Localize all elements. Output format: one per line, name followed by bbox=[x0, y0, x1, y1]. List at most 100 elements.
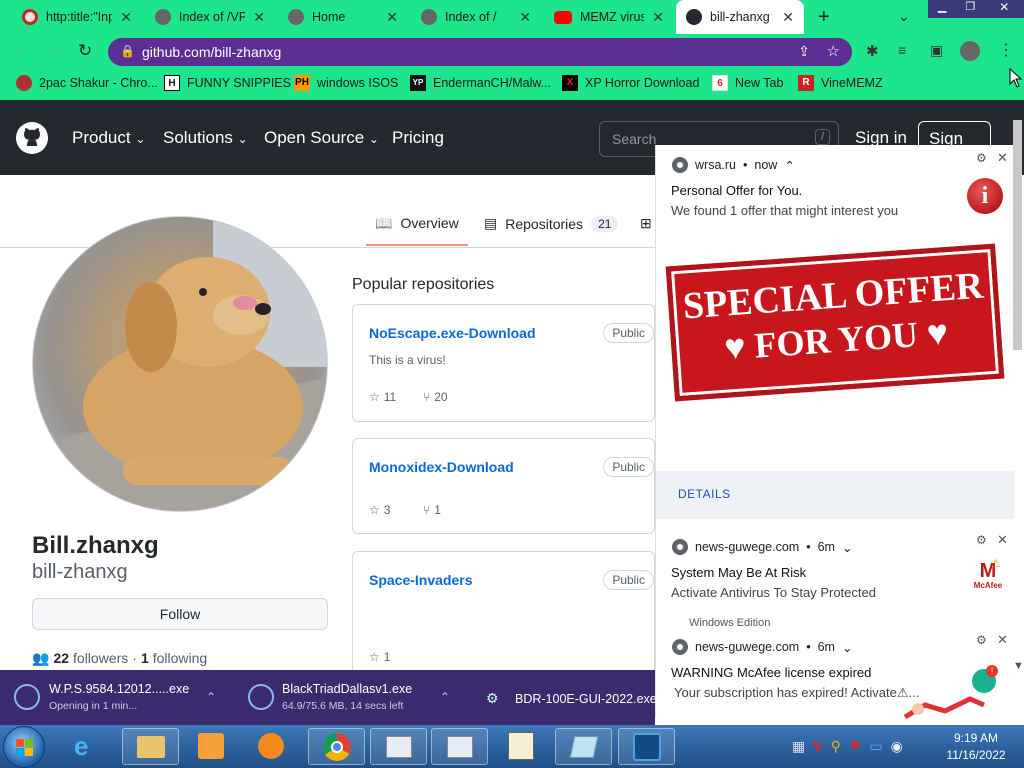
address-bar[interactable]: 🔒 github.com/bill-zhanxg ⇪ ☆ bbox=[108, 38, 852, 66]
chevron-up-icon[interactable]: ⌃ bbox=[784, 158, 794, 173]
window-taskbar-button[interactable] bbox=[370, 728, 427, 765]
browser-tab[interactable]: Index of /VPI ✕ bbox=[145, 0, 275, 34]
bookmark-item[interactable]: PH windows ISOS bbox=[294, 75, 398, 91]
follow-button[interactable]: Follow bbox=[32, 598, 328, 630]
close-notification-icon[interactable]: ✕ bbox=[997, 150, 1008, 166]
settings-gear-icon[interactable]: ⚙ bbox=[976, 533, 987, 547]
close-tab-icon[interactable]: ✕ bbox=[519, 9, 531, 26]
stars-link[interactable]: ☆ 3 bbox=[369, 503, 390, 517]
side-panel-icon[interactable]: ▣ bbox=[930, 42, 943, 59]
notification-risk[interactable]: news-guwege.com • 6m ⌄ ⚙ ✕ System May Be… bbox=[655, 519, 1013, 629]
separator: · bbox=[132, 650, 137, 666]
close-notification-icon[interactable]: ✕ bbox=[997, 632, 1008, 648]
forks-link[interactable]: ⑂ 20 bbox=[423, 390, 448, 404]
minimize-button[interactable]: ▁ bbox=[928, 0, 957, 18]
following-count[interactable]: 1 bbox=[141, 650, 149, 667]
bookmark-item[interactable]: X XP Horror Download bbox=[562, 75, 699, 91]
bookmark-item[interactable]: H FUNNY SNIPPIES bbox=[164, 75, 291, 91]
scrollbar-thumb[interactable] bbox=[1013, 120, 1022, 350]
share-icon[interactable]: ⇪ bbox=[798, 43, 810, 60]
settings-gear-icon[interactable]: ⚙ bbox=[976, 151, 987, 165]
bookmarks-bar: 2pac Shakur - Chro... H FUNNY SNIPPIES PH… bbox=[0, 70, 1024, 100]
projects-icon[interactable]: ⊞ bbox=[640, 215, 652, 232]
close-tab-icon[interactable]: ✕ bbox=[652, 9, 664, 26]
close-notification-icon[interactable]: ✕ bbox=[997, 532, 1008, 548]
close-window-button[interactable]: ✕ bbox=[984, 0, 1024, 18]
forks-link[interactable]: ⑂ 1 bbox=[423, 503, 441, 517]
nav-open-source[interactable]: Open Source ⌄ bbox=[264, 128, 379, 148]
tray-v-icon[interactable]: V bbox=[813, 738, 822, 755]
tray-display-icon[interactable]: ▭ bbox=[869, 738, 882, 755]
tab-repositories[interactable]: ▤ Repositories 21 bbox=[484, 215, 619, 232]
separator: • bbox=[742, 158, 748, 172]
browser-tab[interactable]: Home ✕ bbox=[278, 0, 408, 34]
clock[interactable]: 9:19 AM 11/16/2022 bbox=[940, 731, 1012, 762]
browser-tab[interactable]: Index of / ✕ bbox=[411, 0, 541, 34]
notepad-taskbar-button[interactable] bbox=[555, 728, 612, 765]
followers-count[interactable]: 22 bbox=[53, 650, 69, 667]
following-label[interactable]: following bbox=[153, 650, 207, 667]
menu-kebab-icon[interactable]: ⋮ bbox=[998, 40, 1014, 60]
notification-actions: DETAILS bbox=[656, 471, 1014, 519]
notification-offer[interactable]: wrsa.ru • now ⌃ ⚙ ✕ Personal Offer for Y… bbox=[655, 145, 1014, 519]
stars-link[interactable]: ☆ 1 bbox=[369, 650, 390, 664]
tab-search-chevron-icon[interactable]: ⌄ bbox=[898, 8, 910, 25]
tray-search-icon[interactable]: ⚲ bbox=[831, 738, 841, 755]
repo-name-link[interactable]: NoEscape.exe-Download bbox=[369, 325, 536, 341]
bookmark-star-icon[interactable]: ☆ bbox=[827, 42, 840, 60]
tray-volume-icon[interactable]: ◉ bbox=[891, 738, 903, 755]
nav-solutions[interactable]: Solutions ⌄ bbox=[163, 128, 248, 148]
download-item[interactable]: W.P.S.9584.12012.....exe Opening in 1 mi… bbox=[49, 682, 189, 712]
bookmark-item[interactable]: R VineMEMZ bbox=[798, 75, 883, 91]
settings-gear-icon[interactable]: ⚙ bbox=[976, 633, 987, 647]
window-controls: ▁ ❐ ✕ bbox=[928, 0, 1024, 18]
details-button[interactable]: DETAILS bbox=[678, 487, 731, 501]
reload-icon[interactable]: ↻ bbox=[78, 41, 92, 61]
scroll-down-icon[interactable]: ▼ bbox=[1013, 660, 1024, 672]
tab-overview[interactable]: 📖 Overview bbox=[375, 215, 459, 232]
tray-flag-icon[interactable]: ⚑ bbox=[849, 738, 862, 755]
repo-name-link[interactable]: Space-Invaders bbox=[369, 572, 473, 588]
extensions-icon[interactable]: ✱ bbox=[866, 42, 879, 60]
browser-tab[interactable]: MEMZ virus ✕ bbox=[544, 0, 674, 34]
chevron-up-icon[interactable]: ⌃ bbox=[440, 690, 450, 704]
uc-browser-icon[interactable] bbox=[258, 733, 284, 759]
chrome-taskbar-button[interactable] bbox=[308, 728, 365, 765]
close-tab-icon[interactable]: ✕ bbox=[253, 9, 265, 26]
bookmark-item[interactable]: YP EndermanCH/Malw... bbox=[410, 75, 551, 91]
followers-label[interactable]: followers bbox=[73, 650, 128, 667]
github-logo-icon[interactable] bbox=[16, 122, 48, 154]
close-tab-icon[interactable]: ✕ bbox=[386, 9, 398, 26]
browser-tab[interactable]: http:title:"Inp ✕ bbox=[12, 0, 142, 34]
back-icon[interactable]: ← bbox=[14, 42, 30, 60]
close-tab-icon[interactable]: ✕ bbox=[120, 9, 132, 26]
download-item[interactable]: BlackTriadDallasv1.exe 64.9/75.6 MB, 14 … bbox=[282, 682, 412, 712]
nav-pricing[interactable]: Pricing bbox=[392, 128, 444, 148]
bookmark-item[interactable]: 2pac Shakur - Chro... bbox=[16, 75, 158, 91]
installer-icon[interactable] bbox=[508, 732, 534, 760]
bookmark-item[interactable]: 6 New Tab bbox=[712, 75, 783, 91]
nav-product[interactable]: Product ⌄ bbox=[72, 128, 145, 148]
browser-tab-active[interactable]: bill-zhanxg ( ✕ bbox=[676, 0, 804, 34]
notification-license[interactable]: news-guwege.com • 6m ⌄ ⚙ ✕ WARNING McAfe… bbox=[655, 629, 1013, 720]
stars-link[interactable]: ☆ 11 bbox=[369, 390, 396, 404]
restore-button[interactable]: ❐ bbox=[956, 0, 985, 18]
chevron-down-icon[interactable]: ⌄ bbox=[842, 540, 852, 555]
tray-app-icon[interactable]: ▦ bbox=[792, 738, 805, 755]
profile-avatar-icon[interactable] bbox=[960, 41, 980, 61]
chevron-up-icon[interactable]: ⌃ bbox=[206, 690, 216, 704]
media-icon[interactable]: ≡ bbox=[898, 42, 906, 58]
file-explorer-taskbar-button[interactable] bbox=[122, 728, 179, 765]
internet-explorer-icon[interactable]: e bbox=[74, 731, 88, 762]
app-taskbar-button[interactable] bbox=[618, 728, 675, 765]
repo-name-link[interactable]: Monoxidex-Download bbox=[369, 459, 514, 475]
start-button[interactable] bbox=[3, 726, 45, 768]
forward-icon[interactable]: → bbox=[46, 42, 62, 60]
download-item[interactable]: BDR-100E-GUI-2022.exe bbox=[515, 692, 657, 706]
chevron-down-icon[interactable]: ⌄ bbox=[842, 640, 852, 655]
window-taskbar-button[interactable] bbox=[431, 728, 488, 765]
tab-title: bill-zhanxg ( bbox=[710, 10, 775, 24]
close-tab-icon[interactable]: ✕ bbox=[782, 9, 794, 26]
media-player-icon[interactable] bbox=[198, 733, 224, 759]
new-tab-button[interactable]: + bbox=[818, 6, 830, 29]
